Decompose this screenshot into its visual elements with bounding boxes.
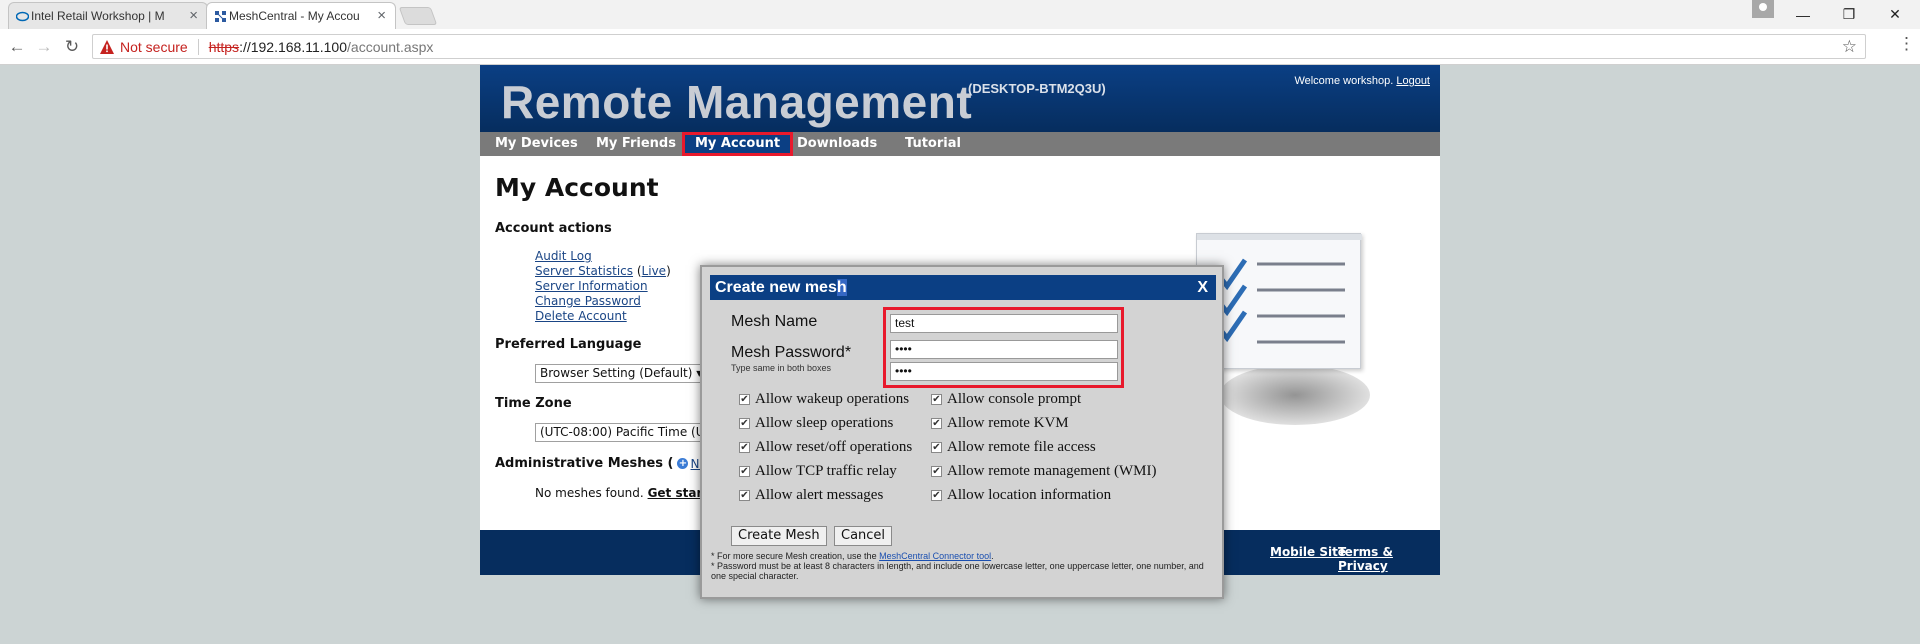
welcome-text: Welcome workshop. Logout [1294, 75, 1430, 87]
option-console-prompt[interactable]: ✔ Allow console prompt [931, 391, 1081, 408]
password-note: Type same in both boxes [731, 363, 832, 373]
site-title: Remote Management [501, 76, 973, 128]
add-icon[interactable]: + [677, 458, 689, 469]
cancel-button[interactable]: Cancel [834, 526, 893, 546]
server-information-link[interactable]: Server Information [535, 279, 648, 293]
option-remote-file-access[interactable]: ✔ Allow remote file access [931, 439, 1096, 456]
meshcentral-favicon-icon [215, 11, 226, 22]
welcome-label: Welcome workshop. [1294, 75, 1394, 87]
preferred-language-heading: Preferred Language [495, 337, 642, 352]
dialog-title: Create new mesh [715, 279, 847, 296]
time-zone-heading: Time Zone [495, 396, 572, 411]
option-alert-messages[interactable]: ✔ Allow alert messages [739, 487, 883, 504]
url-path: /account.aspx [347, 38, 434, 55]
nav-tutorial[interactable]: Tutorial [897, 132, 969, 156]
url-scheme: https [208, 38, 240, 55]
minimize-icon[interactable]: — [1780, 0, 1826, 29]
delete-account-link[interactable]: Delete Account [535, 309, 627, 323]
server-statistics-row: Server Statistics (Live) [535, 264, 671, 278]
tab-meshcentral-my-account[interactable]: MeshCentral - My Accou × [206, 2, 396, 29]
site-header: Remote Management (DESKTOP-BTM2Q3U) Welc… [480, 65, 1440, 132]
nav-my-account[interactable]: My Account [682, 132, 794, 156]
decorative-shadow [1220, 365, 1370, 425]
server-statistics-link[interactable]: Server Statistics [535, 264, 633, 278]
option-tcp-relay[interactable]: ✔ Allow TCP traffic relay [739, 463, 897, 480]
forward-arrow-icon[interactable]: → [33, 36, 55, 58]
checkbox-checked-icon[interactable]: ✔ [739, 442, 750, 453]
no-meshes-text: No meshes found. [535, 486, 644, 500]
option-location-information[interactable]: ✔ Allow location information [931, 487, 1111, 504]
close-tab-icon[interactable]: × [189, 8, 198, 23]
checkbox-checked-icon[interactable]: ✔ [739, 490, 750, 501]
checkbox-checked-icon[interactable]: ✔ [739, 466, 750, 477]
mesh-password-label: Mesh Password* [731, 344, 852, 361]
url-host: ://192.168.11.100 [239, 38, 348, 55]
meshcentral-connector-link[interactable]: MeshCentral Connector tool [879, 551, 991, 561]
mobile-site-link[interactable]: Mobile Site [1270, 545, 1346, 559]
main-nav: My Devices My Friends My Account Downloa… [480, 132, 1440, 156]
checkbox-checked-icon[interactable]: ✔ [931, 442, 942, 453]
profile-icon[interactable] [1752, 0, 1774, 18]
live-link[interactable]: Live [642, 264, 667, 278]
no-meshes-row: No meshes found. Get starte [535, 486, 716, 500]
warning-triangle-icon [100, 39, 114, 54]
browser-toolbar: ← → ↻ Not secure https://192.168.11.100/… [0, 29, 1920, 65]
page-title: My Account [495, 173, 659, 202]
dialog-close-button[interactable]: X [1197, 275, 1208, 300]
checkbox-checked-icon[interactable]: ✔ [931, 490, 942, 501]
dialog-title-bar: Create new mesh X [710, 275, 1216, 300]
tab-title: MeshCentral - My Accou [229, 9, 360, 23]
checkbox-checked-icon[interactable]: ✔ [931, 466, 942, 477]
intel-favicon-icon [16, 11, 29, 22]
create-mesh-dialog: Create new mesh X Mesh Name test Mesh Pa… [700, 265, 1224, 599]
timezone-select[interactable]: (UTC-08:00) Pacific Time (U [535, 423, 715, 442]
admin-meshes-heading: Administrative Meshes ( + New ) [495, 456, 727, 471]
back-arrow-icon[interactable]: ← [6, 36, 28, 58]
paren-close: ) [666, 264, 671, 278]
tab-title: Intel Retail Workshop | M [31, 9, 165, 23]
restore-icon[interactable]: ❐ [1826, 0, 1872, 29]
checkbox-checked-icon[interactable]: ✔ [931, 394, 942, 405]
language-select[interactable]: Browser Setting (Default) ▾ [535, 364, 715, 383]
password-requirements-note: * Password must be at least 8 characters… [711, 561, 1204, 581]
option-reset-off[interactable]: ✔ Allow reset/off operations [739, 439, 912, 456]
option-remote-management-wmi[interactable]: ✔ Allow remote management (WMI) [931, 463, 1157, 480]
checkbox-checked-icon[interactable]: ✔ [739, 394, 750, 405]
not-secure-label[interactable]: Not secure [120, 39, 188, 55]
highlight-annotation [883, 307, 1124, 388]
terms-privacy-link[interactable]: Terms & Privacy [1338, 545, 1440, 573]
address-bar[interactable]: Not secure https://192.168.11.100/accoun… [92, 34, 1866, 59]
new-tab-button[interactable] [398, 7, 438, 25]
reload-icon[interactable]: ↻ [61, 36, 83, 58]
option-sleep[interactable]: ✔ Allow sleep operations [739, 415, 893, 432]
mesh-name-label: Mesh Name [731, 313, 818, 330]
machine-name: (DESKTOP-BTM2Q3U) [968, 81, 1106, 96]
secure-creation-note: * For more secure Mesh creation, use the… [711, 551, 994, 561]
tab-intel-retail-workshop[interactable]: Intel Retail Workshop | M × [8, 2, 208, 29]
checkbox-checked-icon[interactable]: ✔ [739, 418, 750, 429]
menu-dots-icon[interactable]: ⋮ [1898, 34, 1915, 54]
audit-log-link[interactable]: Audit Log [535, 249, 592, 263]
close-window-icon[interactable]: ✕ [1872, 0, 1918, 29]
account-actions-heading: Account actions [495, 221, 612, 236]
close-tab-icon[interactable]: × [377, 8, 386, 23]
nav-my-devices[interactable]: My Devices [487, 132, 586, 156]
change-password-link[interactable]: Change Password [535, 294, 641, 308]
option-wakeup[interactable]: ✔ Allow wakeup operations [739, 391, 909, 408]
option-remote-kvm[interactable]: ✔ Allow remote KVM [931, 415, 1069, 432]
nav-downloads[interactable]: Downloads [789, 132, 885, 156]
tab-strip: Intel Retail Workshop | M × MeshCentral … [0, 0, 1920, 29]
logout-link[interactable]: Logout [1396, 75, 1430, 87]
nav-my-friends[interactable]: My Friends [588, 132, 684, 156]
checkbox-checked-icon[interactable]: ✔ [931, 418, 942, 429]
bookmark-star-icon[interactable]: ☆ [1842, 37, 1857, 57]
create-mesh-button[interactable]: Create Mesh [731, 526, 827, 546]
